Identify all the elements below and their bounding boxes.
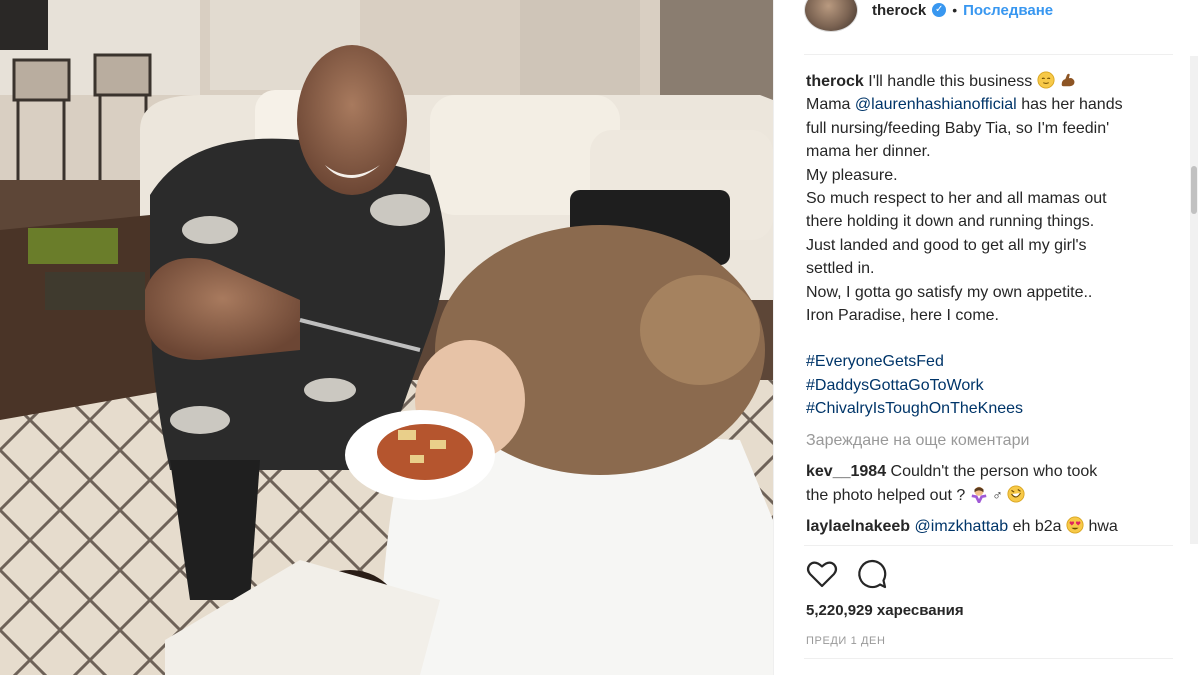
post-timestamp[interactable]: ПРЕДИ 1 ДЕН bbox=[806, 635, 886, 647]
rolling-laughing-icon bbox=[1007, 484, 1025, 503]
comment-item: kev__1984 Couldn't the person who took t… bbox=[806, 460, 1166, 507]
post-side-panel: therock ✓ • Последване therock I'll hand… bbox=[773, 0, 1200, 675]
comment-username[interactable]: kev__1984 bbox=[806, 463, 886, 480]
caption-text: I'll handle this business bbox=[868, 73, 1033, 90]
caption-line-7: there holding it down and running things… bbox=[806, 213, 1095, 231]
caption-line-1: therock I'll handle this business bbox=[806, 70, 1166, 93]
caption-line-6: So much respect to her and all mamas out bbox=[806, 190, 1107, 208]
post-actions bbox=[804, 556, 890, 592]
caption-text: has her hands bbox=[1021, 96, 1123, 114]
comment-text: eh b2a bbox=[1012, 517, 1062, 535]
header-separator: • bbox=[952, 2, 958, 18]
mention-link[interactable]: @laurenhashianofficial bbox=[855, 96, 1017, 113]
comments-section: therock I'll handle this business Mama @… bbox=[806, 70, 1166, 542]
heart-eyes-icon bbox=[1066, 516, 1084, 534]
caption-line-2: Mama @laurenhashianofficial has her hand… bbox=[806, 93, 1166, 116]
actions-divider bbox=[804, 545, 1173, 546]
caption-line-3: full nursing/feeding Baby Tia, so I'm fe… bbox=[806, 119, 1110, 137]
likes-count[interactable]: 5,220,929 харесвания bbox=[806, 602, 964, 619]
header-divider bbox=[804, 54, 1173, 55]
caption-line-9: settled in. bbox=[806, 260, 875, 278]
post-photo[interactable] bbox=[0, 0, 773, 675]
female-sign-icon: ♂ bbox=[992, 486, 1003, 503]
caption-line-4: mama her dinner. bbox=[806, 143, 931, 161]
verified-badge-icon: ✓ bbox=[932, 3, 947, 17]
comments-scrollbar[interactable] bbox=[1190, 56, 1198, 544]
caption-username[interactable]: therock bbox=[806, 73, 864, 90]
caption-line-10: Now, I gotta go satisfy my own appetite.… bbox=[806, 283, 1093, 301]
comment-text: hwa bbox=[1088, 517, 1118, 535]
header-username[interactable]: therock bbox=[872, 2, 926, 19]
heart-icon[interactable] bbox=[804, 556, 840, 592]
hashtag-link[interactable]: #DaddysGottaGoToWork bbox=[806, 374, 1166, 397]
scrollbar-thumb[interactable] bbox=[1191, 166, 1197, 214]
avatar[interactable] bbox=[804, 0, 858, 32]
relieved-face-icon bbox=[1037, 71, 1055, 89]
caption-line-11: Iron Paradise, here I come. bbox=[806, 307, 999, 325]
caption-line-5: My pleasure. bbox=[806, 166, 898, 184]
mention-link[interactable]: @imzkhattab bbox=[915, 518, 1009, 535]
bottom-divider bbox=[804, 658, 1173, 659]
hashtag-link[interactable]: #ChivalryIsToughOnTheKnees bbox=[806, 397, 1166, 420]
comment-item: laylaelnakeeb @imzkhattab eh b2a hwa bbox=[806, 515, 1166, 538]
post-header: therock ✓ • Последване bbox=[804, 0, 1164, 32]
comment-text: the photo helped out ? bbox=[806, 486, 966, 504]
comment-text: Couldn't the person who took bbox=[890, 463, 1098, 481]
flexed-biceps-icon bbox=[1061, 73, 1075, 87]
hashtag-link[interactable]: #EveryoneGetsFed bbox=[806, 350, 1166, 373]
woman-shrugging-icon bbox=[971, 486, 987, 503]
photo-illustration bbox=[0, 0, 773, 675]
caption-line-8: Just landed and good to get all my girl'… bbox=[806, 236, 1087, 254]
follow-button[interactable]: Последване bbox=[963, 2, 1053, 19]
comment-bubble-icon[interactable] bbox=[854, 556, 890, 592]
caption-text: Mama bbox=[806, 96, 851, 114]
load-more-comments-button[interactable]: Зареждане на още коментари bbox=[806, 429, 1166, 452]
comment-username[interactable]: laylaelnakeeb bbox=[806, 518, 910, 535]
